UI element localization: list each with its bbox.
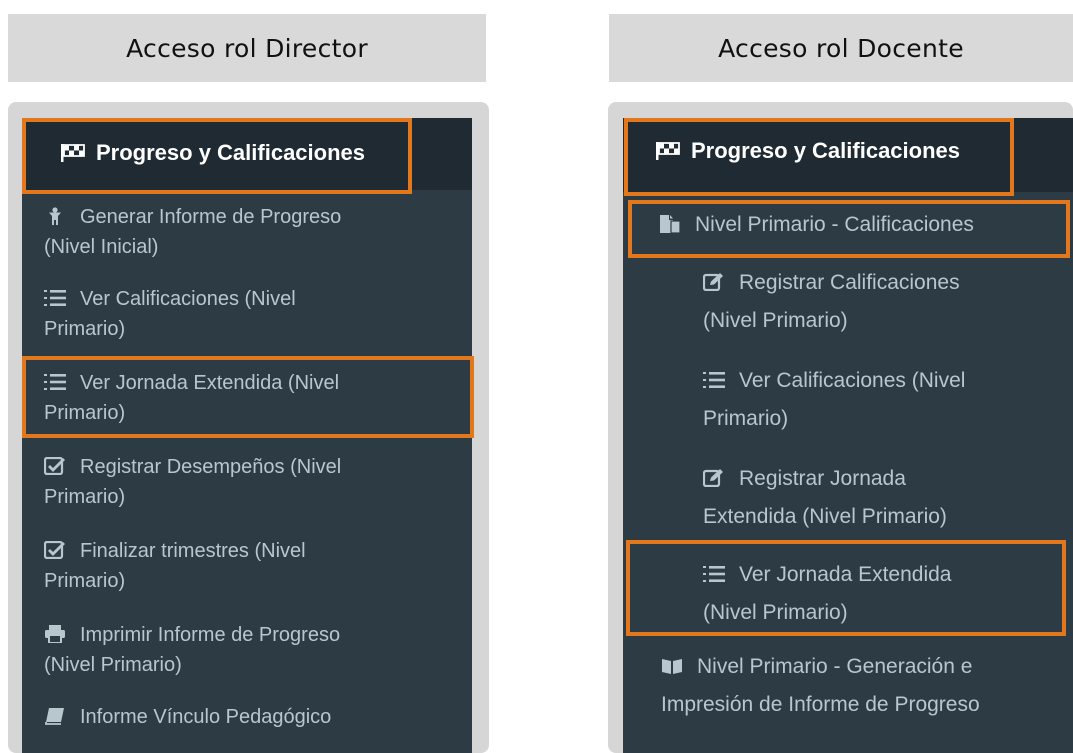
menu-item-generar-informe[interactable]: Generar Informe de Progreso (Nivel Inicia…: [44, 202, 341, 262]
menu-item-ver-calificaciones[interactable]: Ver Calificaciones (Nivel Primario): [44, 284, 296, 344]
menu-item-ver-jornada-extendida[interactable]: Ver Jornada Extendida (Nivel Primario): [44, 368, 339, 428]
menu-item-registrar-calificaciones[interactable]: Registrar Calificaciones: [702, 268, 960, 298]
flag-checkered-icon: [61, 144, 85, 162]
list-ol-icon: [44, 370, 66, 390]
menu-item-registrar-jornada-extendida-line2[interactable]: Extendida (Nivel Primario): [703, 502, 947, 532]
menu-item-ver-calificaciones-line2[interactable]: Primario): [703, 404, 788, 434]
menu-item-ver-jornada-extendida[interactable]: Ver Jornada Extendida: [703, 560, 951, 590]
print-icon: [44, 622, 66, 644]
child-icon: [44, 204, 66, 225]
menu-subheader-generacion-informe-line2[interactable]: Impresión de Informe de Progreso: [661, 690, 980, 720]
check-square-icon: [43, 454, 66, 476]
flag-checkered-icon: [656, 142, 680, 160]
menu-item-registrar-calificaciones-line2[interactable]: (Nivel Primario): [703, 306, 848, 336]
sidebar-director: Progreso y Calificaciones Generar Inform…: [22, 118, 472, 753]
list-ol-icon: [703, 562, 725, 582]
edit-icon: [702, 270, 725, 292]
menu-header-progreso[interactable]: Progreso y Calificaciones: [623, 118, 1073, 192]
menu-item-finalizar-trimestres[interactable]: Finalizar trimestres (Nivel Primario): [43, 536, 306, 596]
menu-item-ver-jornada-extendida-line2[interactable]: (Nivel Primario): [703, 598, 848, 628]
list-ol-icon: [703, 368, 725, 388]
menu-header-progreso[interactable]: Progreso y Calificaciones: [22, 118, 472, 190]
role-label-docente: Acceso rol Docente: [609, 14, 1073, 82]
menu-header-label: Progreso y Calificaciones: [691, 138, 960, 163]
book-icon: [44, 704, 66, 725]
edit-icon: [702, 466, 725, 488]
check-square-icon: [43, 538, 66, 560]
sidebar-docente: Progreso y Calificaciones Nivel Primario…: [623, 118, 1073, 753]
menu-item-imprimir-informe[interactable]: Imprimir Informe de Progreso (Nivel Prima…: [44, 620, 340, 680]
menu-subheader-generacion-informe[interactable]: Nivel Primario - Generación e: [661, 652, 972, 682]
copy-icon: [659, 212, 681, 234]
book-open-icon: [661, 654, 683, 674]
menu-item-informe-vinculo[interactable]: Informe Vínculo Pedagógico: [44, 702, 331, 732]
list-ol-icon: [44, 286, 66, 306]
menu-item-registrar-desempenos[interactable]: Registrar Desempeños (Nivel Primario): [43, 452, 341, 512]
menu-subheader-nivel-primario-calificaciones[interactable]: Nivel Primario - Calificaciones: [659, 210, 974, 240]
menu-item-registrar-jornada-extendida[interactable]: Registrar Jornada: [702, 464, 906, 494]
menu-item-ver-calificaciones[interactable]: Ver Calificaciones (Nivel: [703, 366, 965, 396]
menu-header-label: Progreso y Calificaciones: [96, 140, 365, 165]
role-label-director: Acceso rol Director: [8, 14, 486, 82]
